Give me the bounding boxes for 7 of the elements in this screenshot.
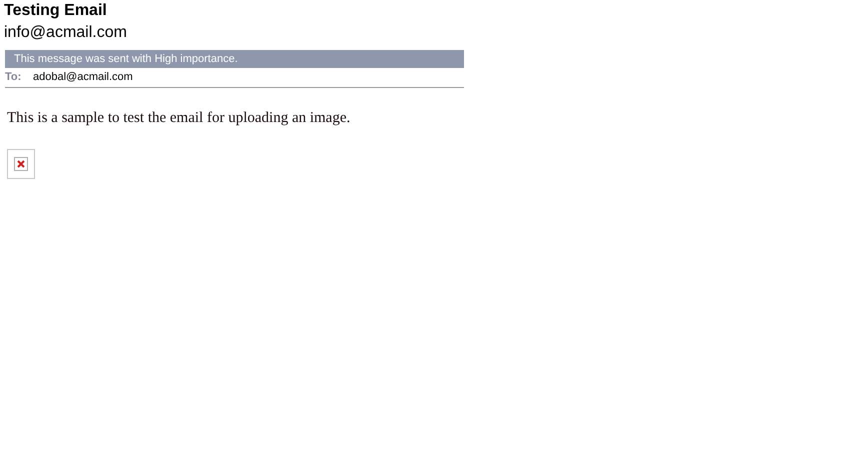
importance-banner: This message was sent with High importance. [5,50,464,68]
message-body: This is a sample to test the email for uploading an image. [7,109,350,128]
to-label: To: [5,70,22,86]
broken-image-icon [7,148,35,178]
email-subject: Testing Email [4,1,107,20]
recipient-address: adobal@acmail.com [33,70,133,86]
sender-address: info@acmail.com [4,23,127,42]
